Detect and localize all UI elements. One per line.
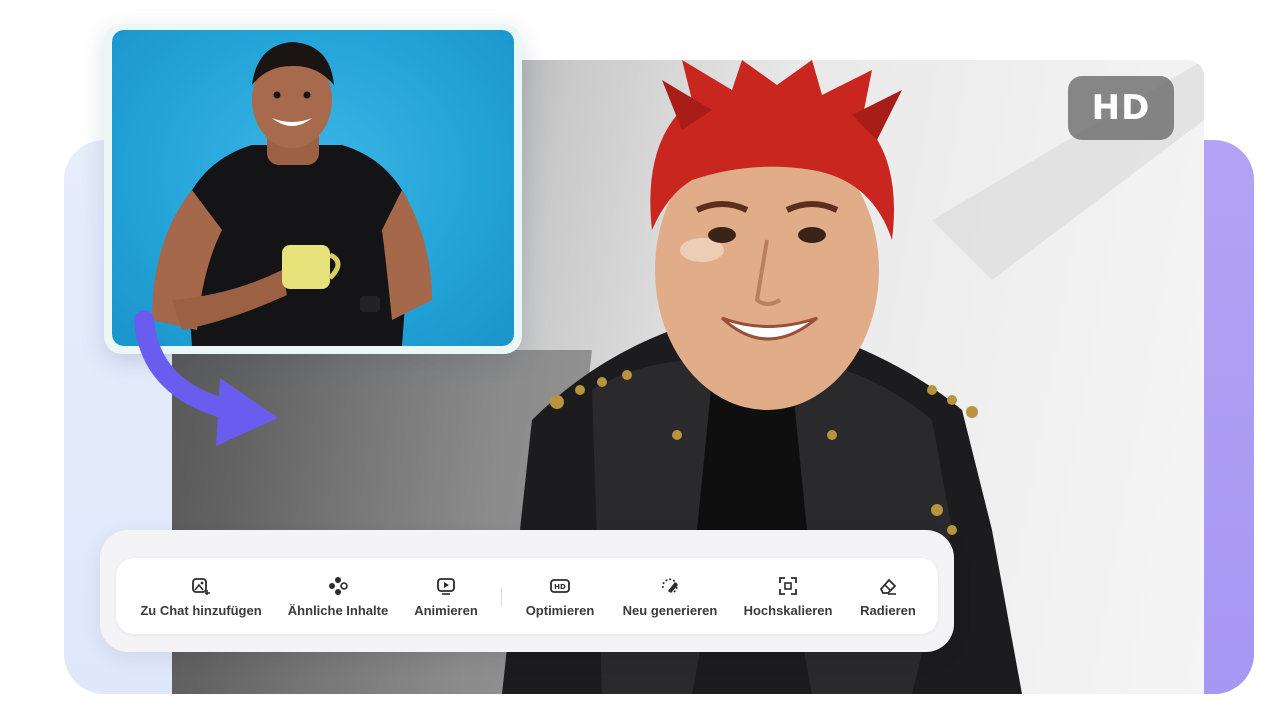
regenerate-icon xyxy=(662,578,678,594)
source-image xyxy=(112,30,514,346)
regenerate-button[interactable]: Neu generieren xyxy=(618,558,722,634)
erase-button[interactable]: Radieren xyxy=(854,558,922,634)
optimize-button[interactable]: HD Optimieren xyxy=(520,558,600,634)
animate-icon xyxy=(437,577,455,595)
add-to-chat-button[interactable]: Zu Chat hinzufügen xyxy=(138,558,264,634)
hd-badge: HD xyxy=(1068,76,1174,140)
add-to-chat-label: Zu Chat hinzufügen xyxy=(140,602,262,618)
toolbar-divider xyxy=(501,588,502,606)
upscale-button[interactable]: Hochskalieren xyxy=(740,558,836,634)
eraser-icon xyxy=(879,578,897,595)
add-to-chat-icon xyxy=(192,577,210,595)
svg-text:HD: HD xyxy=(554,583,566,591)
optimize-label: Optimieren xyxy=(525,602,595,618)
transform-arrow-icon xyxy=(134,310,278,446)
source-image-card[interactable] xyxy=(104,24,522,354)
regenerate-label: Neu generieren xyxy=(622,602,718,618)
source-portrait-illustration xyxy=(152,42,432,346)
upscale-label: Hochskalieren xyxy=(743,602,833,618)
similar-content-button[interactable]: Ähnliche Inhalte xyxy=(286,558,390,634)
action-toolbar: Zu Chat hinzufügen Ähnliche Inhalte Anim… xyxy=(116,558,938,634)
action-toolbar-container: Zu Chat hinzufügen Ähnliche Inhalte Anim… xyxy=(100,530,954,652)
similar-content-label: Ähnliche Inhalte xyxy=(287,602,389,618)
promo-stage: HD Zu Chat hinzufügen Ähnliche Inhalte A… xyxy=(0,0,1280,720)
hd-optimize-icon: HD xyxy=(550,578,570,593)
animate-button[interactable]: Animieren xyxy=(408,558,484,634)
erase-label: Radieren xyxy=(860,602,916,618)
similar-content-icon xyxy=(329,576,348,595)
upscale-icon xyxy=(779,576,797,595)
animate-label: Animieren xyxy=(414,602,478,618)
